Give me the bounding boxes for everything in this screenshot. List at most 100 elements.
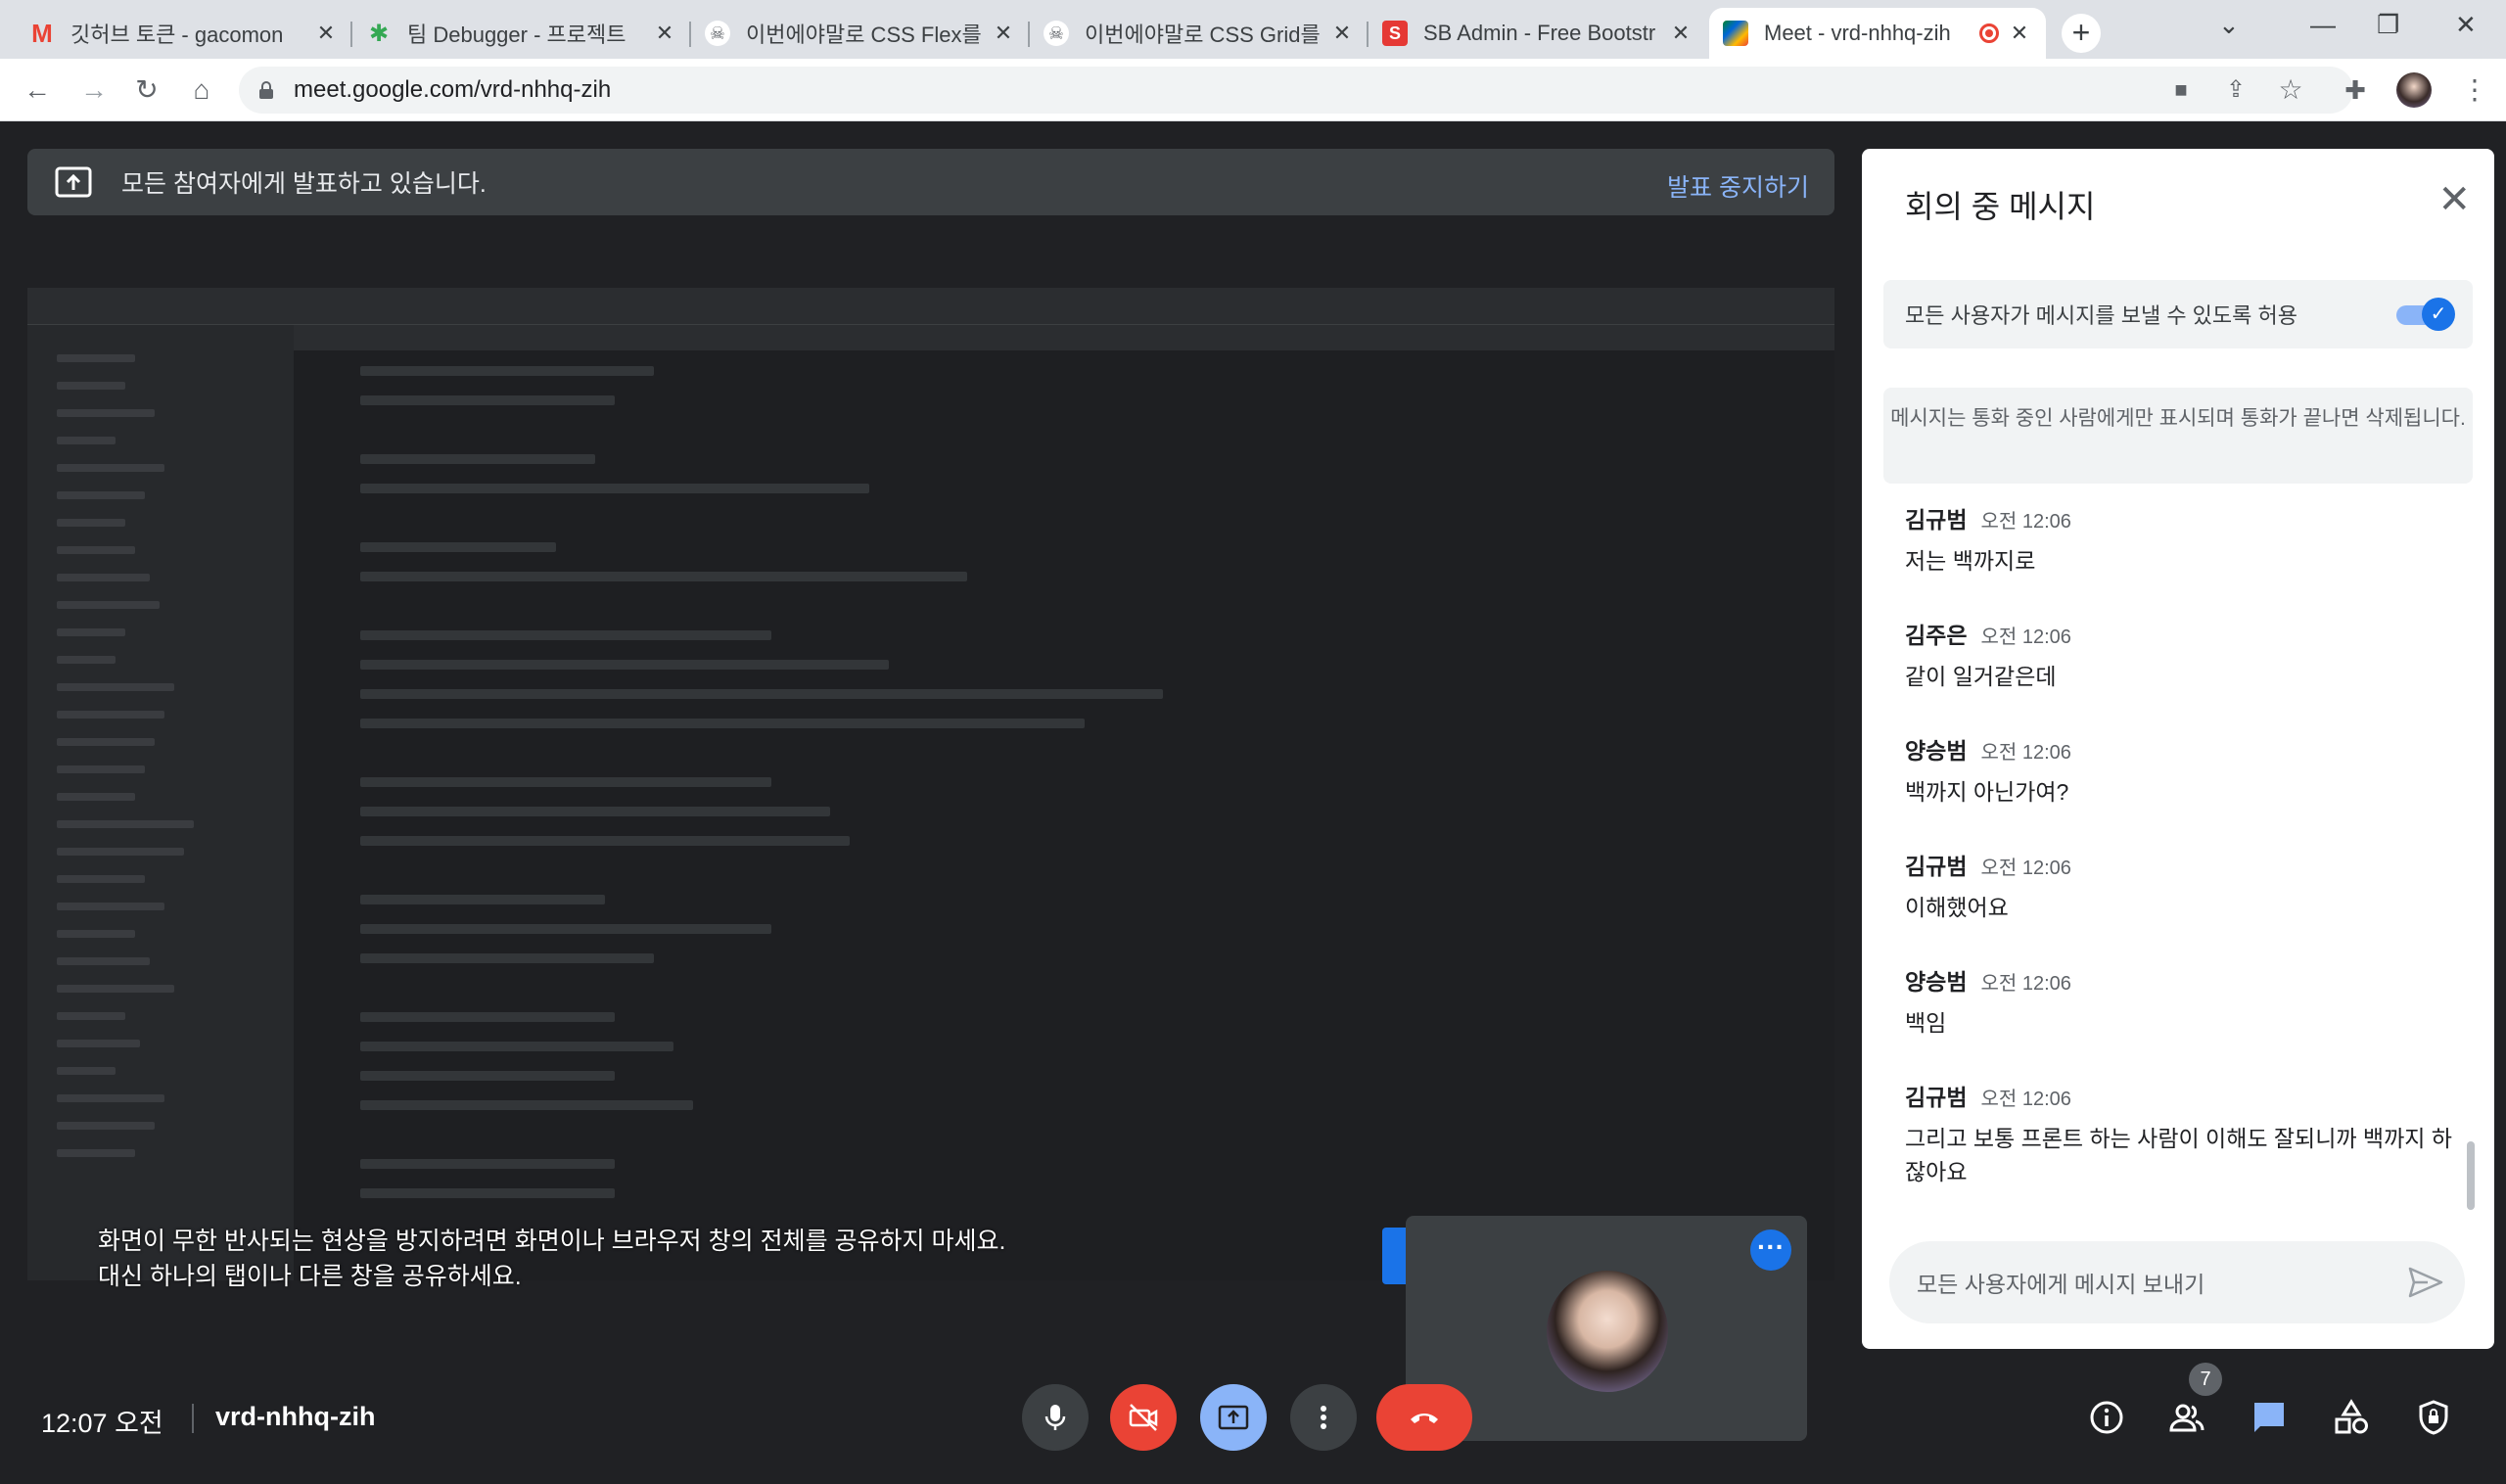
more-vert-icon [1321, 1406, 1326, 1429]
stop-presenting-button[interactable]: 발표 중지하기 [1667, 168, 1809, 204]
activities-button[interactable] [2326, 1392, 2377, 1443]
close-panel-icon[interactable]: ✕ [2437, 180, 2471, 219]
browser-tab[interactable]: ☠ 이번에야말로 CSS Grid를 ✕ [1030, 8, 1369, 59]
meeting-clock: 12:07 오전 [41, 1409, 163, 1438]
browser-tab-strip: M 깃허브 토큰 - gacomon ✕ ✱ 팀 Debugger - 프로젝트… [0, 0, 2506, 59]
extensions-icon[interactable]: ✚ [2336, 70, 2375, 110]
more-options-icon[interactable]: ··· [1750, 1229, 1791, 1271]
shared-editor-menubar [27, 288, 1834, 325]
address-bar[interactable]: meet.google.com/vrd-nhhq-zih [239, 67, 2353, 114]
allow-messages-toggle[interactable]: ✓ [2392, 298, 2455, 331]
check-icon: ✓ [2422, 298, 2455, 331]
message-sender: 양승범 [1905, 969, 1968, 995]
browser-tab[interactable]: ✱ 팀 Debugger - 프로젝트 ✕ [352, 8, 691, 59]
bug-icon: ✱ [368, 20, 390, 47]
message-list: 김규범 오전 12:06 저는 백까지로 김주은 오전 12:06 같이 일거같은데… [1905, 501, 2453, 1194]
new-tab-button[interactable]: + [2062, 14, 2101, 53]
restore-icon[interactable]: ❐ [2377, 10, 2399, 40]
presentation-tile-edge [1382, 1228, 1406, 1284]
divider [192, 1404, 194, 1433]
leave-call-button[interactable] [1376, 1384, 1472, 1451]
hang-up-icon [1411, 1414, 1438, 1423]
skull-icon: ☠ [1044, 21, 1069, 46]
allow-messages-label: 모든 사용자가 메시지를 보낼 수 있도록 허용 [1905, 303, 2297, 328]
back-icon[interactable]: ← [18, 70, 57, 110]
share-icon[interactable]: ⇪ [2216, 70, 2255, 110]
message-text: 같이 일거같은데 [1905, 664, 2057, 689]
message-sender: 양승범 [1905, 738, 1968, 764]
message-time: 오전 12:06 [1980, 511, 2071, 533]
shared-screen-preview [27, 288, 1834, 1280]
shared-editor-sidebar [27, 325, 294, 1280]
allow-messages-setting: 모든 사용자가 메시지를 보낼 수 있도록 허용 ✓ [1883, 280, 2473, 348]
participants-button[interactable] [2161, 1392, 2212, 1443]
browser-tab[interactable]: S SB Admin - Free Bootstr ✕ [1369, 8, 1707, 59]
message-input-placeholder: 모든 사용자에게 메시지 보내기 [1917, 1272, 2205, 1297]
panel-title: 회의 중 메시지 [1905, 189, 2096, 224]
chat-message: 김규범 오전 12:06 이해했어요 [1905, 848, 2453, 963]
chat-message: 양승범 오전 12:06 백까지 아닌가여? [1905, 732, 2453, 848]
presenting-message: 모든 참여자에게 발표하고 있습니다. [121, 170, 487, 198]
people-icon [2169, 1404, 2204, 1432]
browser-tab[interactable]: ☠ 이번에야말로 CSS Flex를 ✕ [691, 8, 1030, 59]
message-sender: 김주은 [1905, 623, 1968, 648]
message-list-scrollbar[interactable] [2467, 1141, 2475, 1210]
host-controls-button[interactable] [2408, 1392, 2459, 1443]
shield-lock-icon [2419, 1400, 2448, 1435]
reload-icon[interactable]: ↻ [127, 70, 166, 110]
home-icon[interactable]: ⌂ [182, 70, 221, 110]
meet-stage: 모든 참여자에게 발표하고 있습니다. 발표 중지하기 화면이 무한 반사되는 … [0, 121, 2506, 1484]
camera-off-icon [1129, 1404, 1158, 1431]
camera-blocked-icon[interactable]: ■ [2161, 70, 2201, 110]
shared-editor-tabs [294, 325, 1834, 350]
messages-notice: 메시지는 통화 중인 사람에게만 표시되며 통화가 끝나면 삭제됩니다. [1883, 388, 2473, 484]
chat-message: 양승범 오전 12:06 백임 [1905, 963, 2453, 1079]
meeting-details-button[interactable] [2081, 1392, 2132, 1443]
url-text: meet.google.com/vrd-nhhq-zih [294, 76, 612, 103]
message-text: 그리고 보통 프론트 하는 사람이 이해도 잘되니까 백까지 하잖아요 [1905, 1126, 2452, 1184]
meeting-code: vrd-nhhq-zih [215, 1402, 376, 1431]
message-time: 오전 12:06 [1980, 858, 2071, 879]
skull-icon: ☠ [705, 21, 730, 46]
chat-button[interactable] [2244, 1392, 2295, 1443]
message-sender: 김규범 [1905, 1085, 1968, 1110]
minimize-icon[interactable]: — [2310, 10, 2336, 40]
chat-icon [2254, 1403, 2284, 1432]
message-time: 오전 12:06 [1980, 742, 2071, 764]
chat-message: 김규범 오전 12:06 저는 백까지로 [1905, 501, 2453, 617]
tab-search-icon[interactable]: ⌄ [2218, 10, 2240, 40]
microphone-button[interactable] [1022, 1384, 1089, 1451]
present-screen-icon [1218, 1405, 1249, 1430]
close-tab-icon[interactable]: ✕ [2007, 21, 2032, 46]
message-sender: 김규범 [1905, 507, 1968, 533]
message-sender: 김규범 [1905, 854, 1968, 879]
profile-avatar[interactable] [2394, 70, 2434, 110]
close-tab-icon[interactable]: ✕ [1329, 21, 1355, 46]
close-tab-icon[interactable]: ✕ [991, 21, 1016, 46]
close-tab-icon[interactable]: ✕ [1668, 21, 1694, 46]
in-call-messages-panel: 회의 중 메시지 ✕ 모든 사용자가 메시지를 보낼 수 있도록 허용 ✓ 메시… [1862, 149, 2494, 1349]
browser-tab-active[interactable]: Meet - vrd-nhhq-zih ✕ [1709, 8, 2046, 59]
chat-message: 김규범 오전 12:06 그리고 보통 프론트 하는 사람이 이해도 잘되니까 백… [1905, 1079, 2453, 1194]
bookmark-star-icon[interactable]: ☆ [2271, 70, 2310, 110]
message-input[interactable]: 모든 사용자에게 메시지 보내기 [1889, 1241, 2465, 1323]
message-text: 저는 백까지로 [1905, 548, 2036, 574]
close-tab-icon[interactable]: ✕ [313, 21, 339, 46]
message-time: 오전 12:06 [1980, 1089, 2071, 1110]
recording-indicator-icon [1979, 23, 1999, 43]
camera-off-button[interactable] [1110, 1384, 1177, 1451]
present-now-button[interactable] [1200, 1384, 1267, 1451]
more-options-button[interactable] [1290, 1384, 1357, 1451]
browser-tab[interactable]: M 깃허브 토큰 - gacomon ✕ [16, 8, 352, 59]
message-time: 오전 12:06 [1980, 626, 2071, 648]
close-tab-icon[interactable]: ✕ [652, 21, 677, 46]
participant-count-badge: 7 [2189, 1363, 2222, 1396]
message-text: 백까지 아닌가여? [1905, 779, 2069, 805]
message-text: 이해했어요 [1905, 895, 2009, 920]
s-logo-icon: S [1382, 21, 1408, 46]
forward-icon[interactable]: → [74, 70, 114, 110]
send-icon[interactable] [2408, 1267, 2443, 1298]
close-window-icon[interactable]: ✕ [2455, 10, 2477, 40]
browser-toolbar: ← → ↻ ⌂ meet.google.com/vrd-nhhq-zih ■ ⇪… [0, 59, 2506, 121]
browser-menu-icon[interactable]: ⋮ [2455, 70, 2494, 110]
